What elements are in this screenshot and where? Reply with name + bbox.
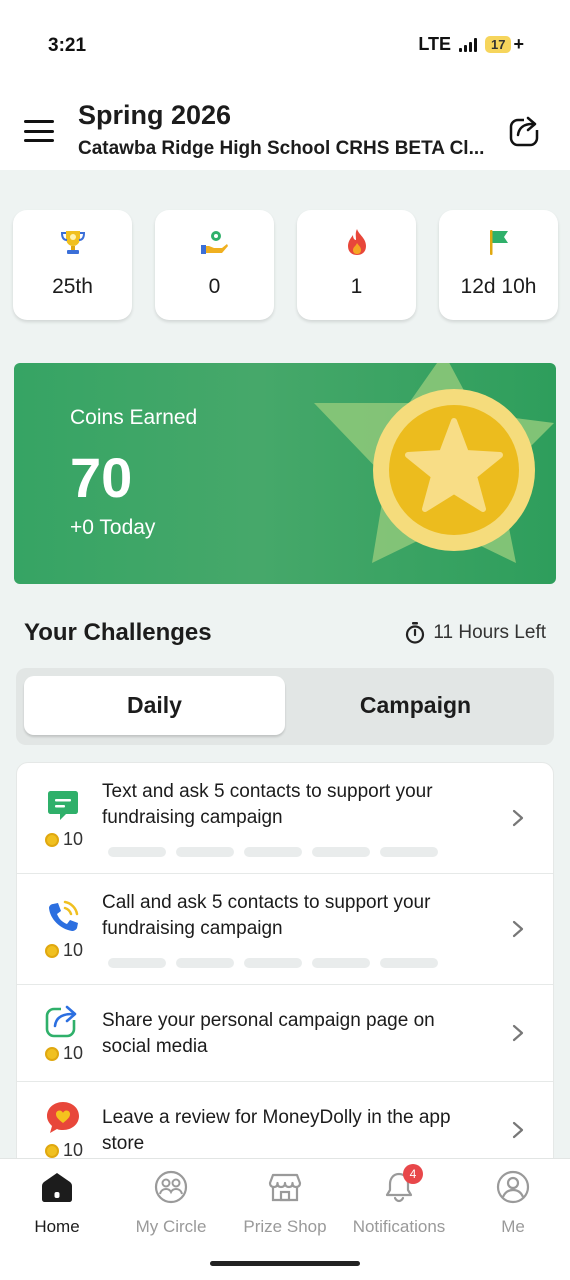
chevron-right-icon bbox=[512, 809, 524, 827]
coins-today: +0 Today bbox=[70, 516, 156, 539]
progress-bar bbox=[108, 847, 438, 857]
profile-icon bbox=[496, 1170, 530, 1204]
share-page-icon bbox=[45, 1002, 81, 1038]
app-header: Spring 2026 Catawba Ridge High School CR… bbox=[0, 90, 570, 170]
coin-amount: 10 bbox=[63, 940, 84, 960]
nav-prize-shop-label: Prize Shop bbox=[243, 1217, 327, 1236]
time-left-text: 11 Hours Left bbox=[433, 622, 546, 643]
challenge-list: 10 Text and ask 5 contacts to support yo… bbox=[16, 762, 554, 1182]
home-indicator bbox=[210, 1261, 360, 1266]
time-left: 11 Hours Left bbox=[405, 622, 546, 644]
share-icon[interactable] bbox=[508, 114, 542, 148]
battery-icon: 17 + bbox=[485, 34, 524, 55]
stat-rank[interactable]: 25th bbox=[13, 210, 132, 320]
star-coin-icon bbox=[314, 363, 554, 563]
challenge-text: Text and ask 5 contacts to support your … bbox=[102, 781, 433, 828]
nav-me-label: Me bbox=[501, 1217, 525, 1236]
coin-icon bbox=[45, 943, 59, 958]
progress-bar bbox=[108, 958, 438, 968]
trophy-icon bbox=[60, 231, 85, 254]
review-heart-icon bbox=[47, 1102, 79, 1133]
supporters-value: 0 bbox=[208, 275, 221, 298]
shop-icon bbox=[268, 1173, 302, 1202]
nav-notifications-label: Notifications bbox=[352, 1217, 446, 1236]
team-name: Catawba Ridge High School CRHS BETA Cl..… bbox=[78, 138, 485, 159]
tab-daily[interactable]: Daily bbox=[24, 676, 285, 735]
nav-my-circle[interactable]: My Circle bbox=[114, 1169, 228, 1237]
coin-icon bbox=[45, 1143, 59, 1158]
time-remaining-value: 12d 10h bbox=[460, 275, 537, 298]
nav-prize-shop[interactable]: Prize Shop bbox=[228, 1169, 342, 1237]
challenge-text: Call and ask 5 contacts to support your … bbox=[102, 892, 431, 939]
status-time: 3:21 bbox=[48, 35, 87, 56]
challenge-item-text-contacts[interactable]: 10 Text and ask 5 contacts to support yo… bbox=[17, 763, 553, 874]
notification-badge: 4 bbox=[403, 1164, 423, 1184]
coin-amount: 10 bbox=[63, 829, 84, 849]
stopwatch-icon bbox=[406, 622, 425, 644]
tab-campaign[interactable]: Campaign bbox=[285, 676, 546, 735]
nav-home[interactable]: Home bbox=[0, 1169, 114, 1237]
coins-value: 70 bbox=[70, 446, 133, 509]
stats-row: 25th 0 1 12d 10h bbox=[13, 210, 558, 320]
nav-notifications[interactable]: 4 Notifications bbox=[342, 1164, 456, 1237]
streak-value: 1 bbox=[350, 275, 363, 298]
coin-icon bbox=[45, 1046, 59, 1061]
chat-icon bbox=[48, 791, 78, 820]
challenge-text: Share your personal campaign page on soc… bbox=[102, 1010, 435, 1057]
challenge-item-call-contacts[interactable]: 10 Call and ask 5 contacts to support yo… bbox=[17, 874, 553, 985]
challenge-item-share-page[interactable]: 10 Share your personal campaign page on … bbox=[17, 985, 553, 1082]
nav-my-circle-label: My Circle bbox=[135, 1217, 207, 1236]
coin-amount: 10 bbox=[63, 1043, 84, 1063]
nav-me[interactable]: Me bbox=[456, 1169, 570, 1237]
phone-call-icon bbox=[49, 900, 79, 931]
challenge-tabs: Daily Campaign bbox=[16, 668, 554, 745]
stat-streak[interactable]: 1 bbox=[297, 210, 416, 320]
hamburger-menu-icon[interactable] bbox=[24, 120, 54, 142]
chevron-right-icon bbox=[512, 920, 524, 938]
chevron-right-icon bbox=[512, 1024, 524, 1042]
coins-earned-card: Coins Earned 70 +0 Today bbox=[14, 363, 556, 584]
battery-level: 17 bbox=[485, 36, 512, 53]
bell-icon: 4 bbox=[381, 1164, 423, 1205]
signal-icon bbox=[459, 37, 478, 52]
nav-home-label: Home bbox=[34, 1217, 80, 1236]
flag-icon bbox=[489, 230, 508, 255]
coins-label: Coins Earned bbox=[70, 406, 198, 429]
coin-icon bbox=[45, 832, 59, 847]
coin-reward: 10 bbox=[45, 829, 83, 850]
stat-time-remaining[interactable]: 12d 10h bbox=[439, 210, 558, 320]
stat-supporters[interactable]: 0 bbox=[155, 210, 274, 320]
challenges-title: Your Challenges bbox=[24, 619, 212, 646]
chevron-right-icon bbox=[512, 1121, 524, 1139]
page-title: Spring 2026 bbox=[78, 100, 232, 130]
rank-value: 25th bbox=[52, 275, 93, 298]
coin-reward: 10 bbox=[45, 1043, 83, 1064]
coin-reward: 10 bbox=[45, 940, 83, 961]
battery-suffix: + bbox=[513, 34, 524, 54]
helping-hand-icon bbox=[200, 231, 228, 254]
circle-group-icon bbox=[154, 1170, 188, 1204]
flame-icon bbox=[347, 229, 366, 255]
network-label: LTE bbox=[418, 34, 452, 54]
challenge-text: Leave a review for MoneyDolly in the app… bbox=[102, 1107, 451, 1154]
status-indicators: LTE 17 + bbox=[418, 34, 524, 55]
home-icon bbox=[42, 1173, 72, 1202]
status-bar: 3:21 LTE 17 + bbox=[0, 0, 570, 90]
